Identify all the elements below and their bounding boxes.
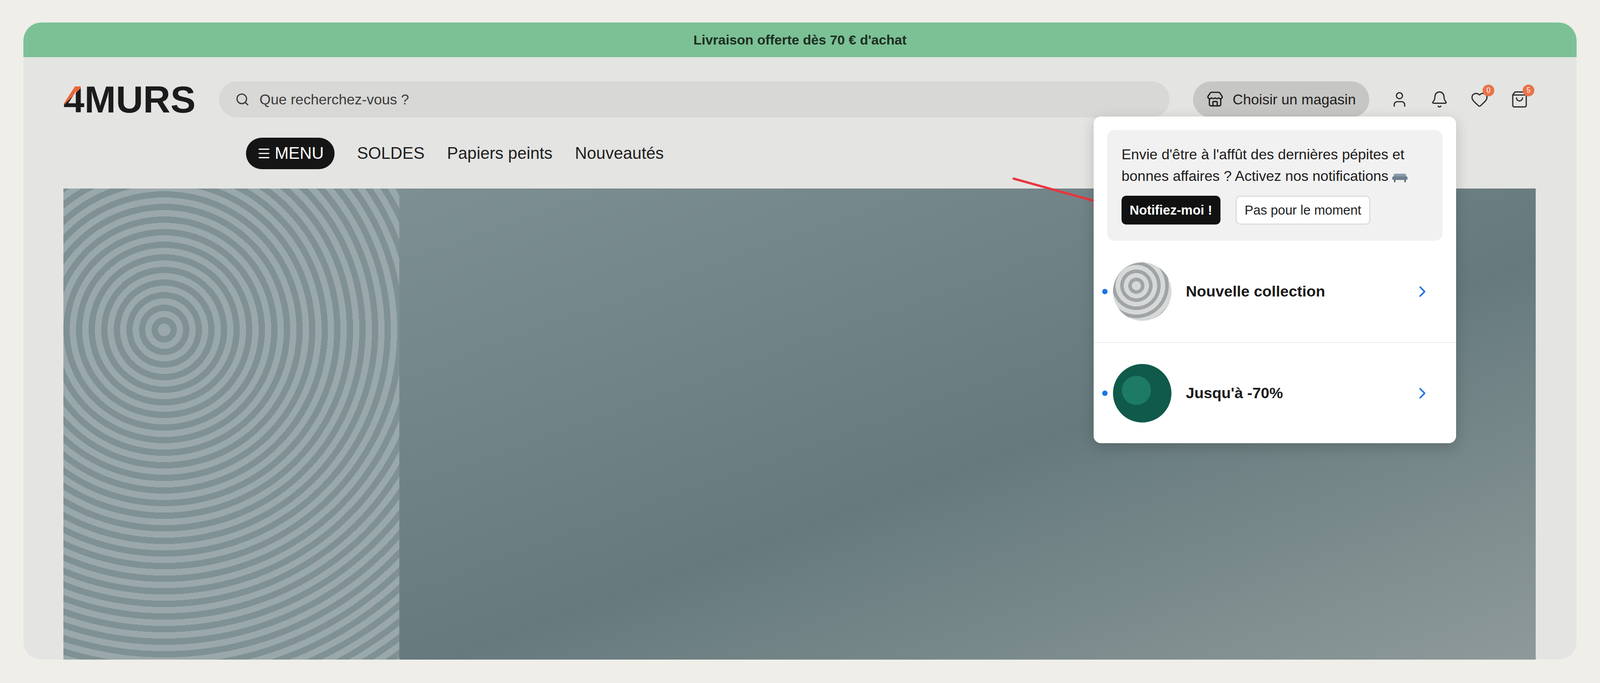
search-bar[interactable]: Que recherchez-vous ? <box>218 81 1170 118</box>
sofa-icon <box>1392 170 1408 183</box>
notification-thumbnail <box>1112 262 1172 321</box>
not-now-button[interactable]: Pas pour le moment <box>1235 195 1371 225</box>
unread-dot <box>1102 390 1108 396</box>
search-icon <box>235 92 250 107</box>
cart-button[interactable]: 5 <box>1510 89 1529 109</box>
header: 4MURS Que recherchez-vous ? Choisir un mag… <box>23 57 1577 119</box>
unread-dot <box>1102 288 1108 295</box>
notification-item[interactable]: Nouvelle collection <box>1093 240 1457 342</box>
bell-icon <box>1430 90 1449 109</box>
notification-thumbnail <box>1112 363 1172 423</box>
chevron-right-icon <box>1413 384 1432 403</box>
prompt-text: Envie d'être à l'affût des dernières pép… <box>1121 143 1429 187</box>
menu-icon <box>256 146 272 161</box>
notifications-button[interactable] <box>1430 89 1449 109</box>
nav-item[interactable]: Papiers peints <box>446 143 553 163</box>
chevron-right-icon <box>1413 282 1432 301</box>
cart-badge: 5 <box>1522 84 1535 97</box>
wishlist-badge: 0 <box>1482 84 1495 97</box>
notification-title: Nouvelle collection <box>1185 282 1414 300</box>
user-icon <box>1390 90 1409 109</box>
notify-me-button[interactable]: Notifiez-moi ! <box>1121 195 1221 225</box>
account-button[interactable] <box>1389 89 1409 109</box>
shipping-banner: Livraison offerte dès 70 € d'achat <box>23 22 1577 58</box>
header-actions: 05 <box>1389 89 1529 109</box>
notification-item[interactable]: Jusqu'à -70% <box>1093 341 1457 443</box>
page-frame: Livraison offerte dès 70 € d'achat 4MURS Q… <box>23 22 1577 660</box>
store-button[interactable]: Choisir un magasin <box>1193 81 1370 118</box>
nav-item[interactable]: SOLDES <box>357 143 425 163</box>
store-icon <box>1206 90 1224 108</box>
menu-button[interactable]: MENU <box>245 137 335 170</box>
hero-side-image <box>63 188 400 660</box>
notification-prompt: Envie d'être à l'affût des dernières pép… <box>1107 129 1443 241</box>
logo[interactable]: 4MURS <box>63 80 196 119</box>
notification-title: Jusqu'à -70% <box>1185 384 1414 402</box>
wishlist-button[interactable]: 0 <box>1470 89 1489 109</box>
nav-item[interactable]: Nouveautés <box>575 143 664 163</box>
notifications-popup: Envie d'être à l'affût des dernières pép… <box>1093 116 1457 443</box>
